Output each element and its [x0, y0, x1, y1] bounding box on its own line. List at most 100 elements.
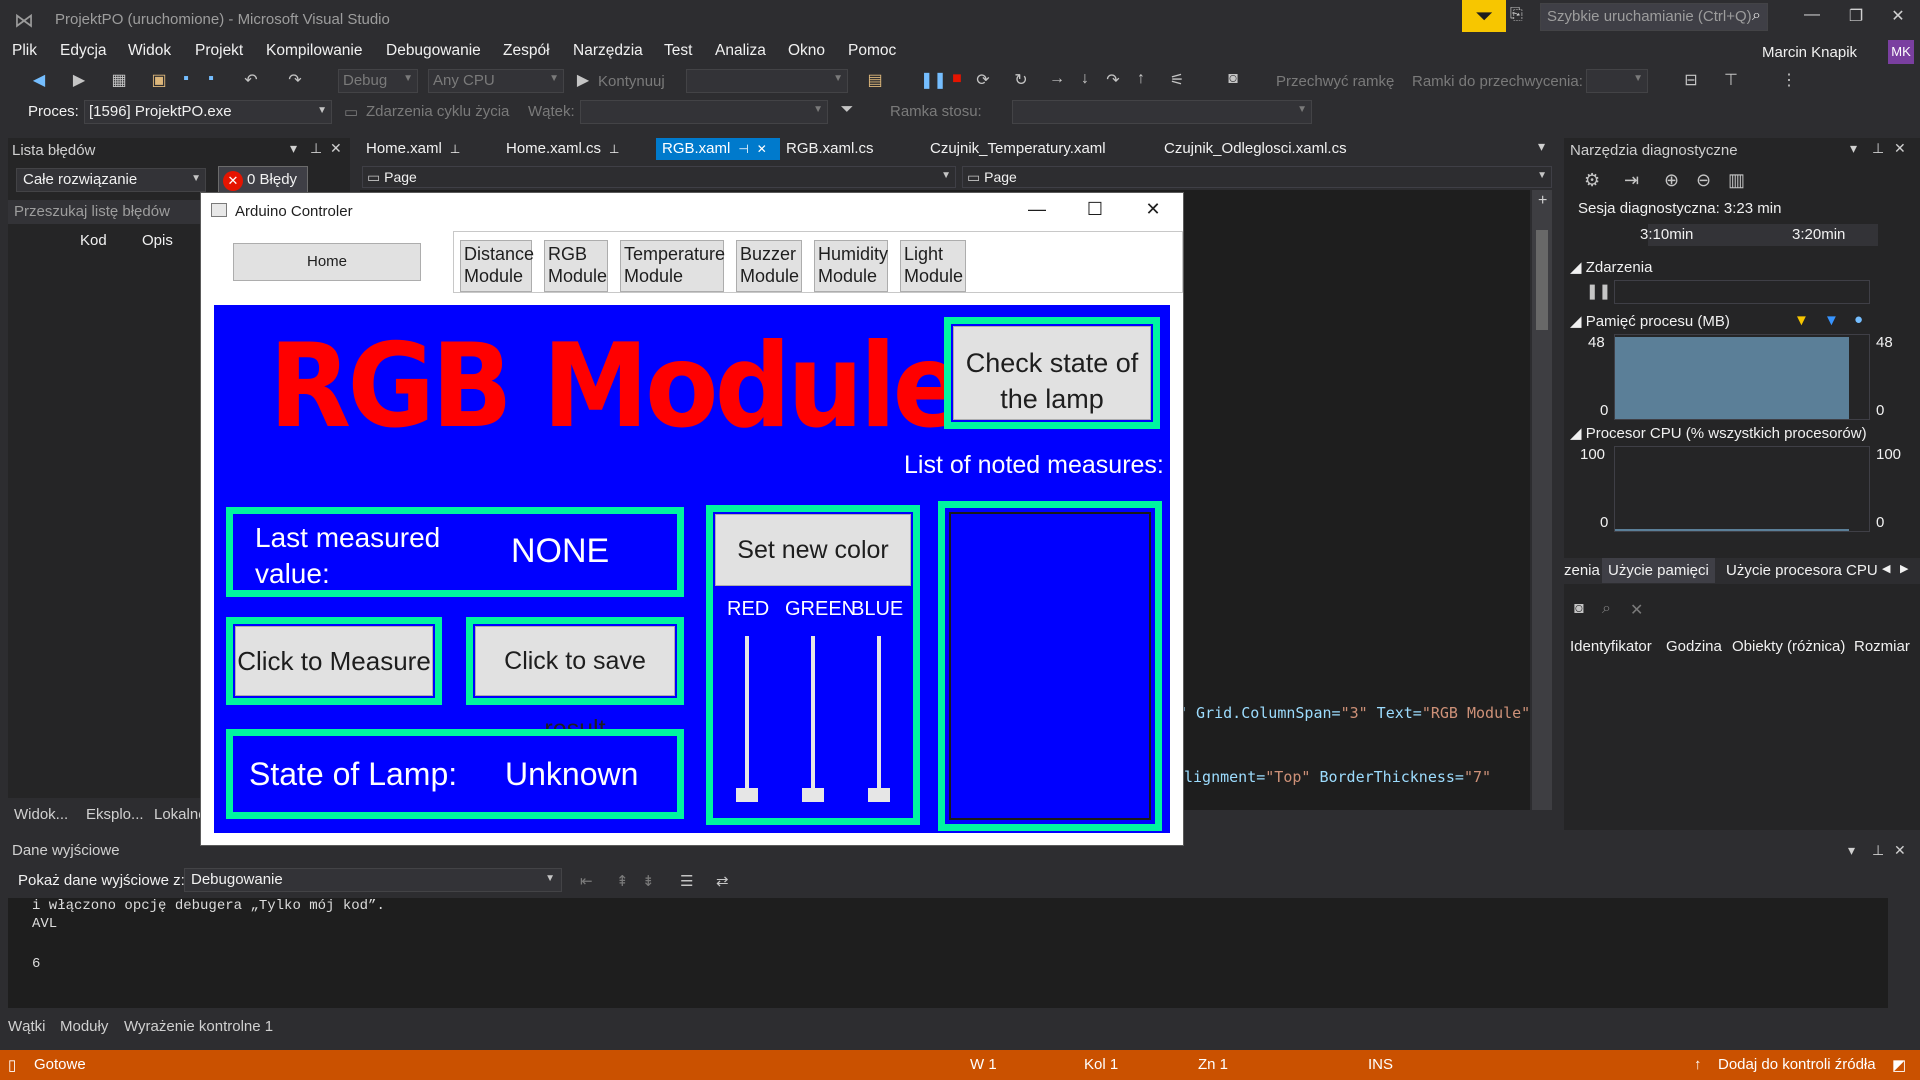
col-objects[interactable]: Obiekty (różnica)	[1732, 638, 1845, 655]
close-tab-icon[interactable]: ✕	[757, 142, 767, 156]
back-icon[interactable]: ◀	[28, 70, 50, 92]
buzzer-module-button[interactable]: Buzzer Module	[736, 240, 802, 292]
pin-icon[interactable]: ⊥	[1872, 140, 1884, 157]
minimize-button[interactable]: —	[1792, 6, 1832, 30]
app-maximize-button[interactable]: ☐	[1073, 199, 1117, 223]
green-slider-thumb[interactable]	[802, 788, 824, 802]
app-minimize-button[interactable]: —	[1015, 199, 1059, 223]
tab-rgb-xaml-cs[interactable]: RGB.xaml.cs	[780, 138, 880, 160]
camera-icon[interactable]: ◙	[1222, 70, 1244, 92]
notifications-icon[interactable]: ◩	[1892, 1056, 1906, 1074]
events-header[interactable]: ◢ Zdarzenia	[1570, 258, 1652, 276]
tab-scroll-right-icon[interactable]: ▶	[1900, 562, 1908, 575]
tab-explorer[interactable]: Eksplo...	[86, 806, 144, 823]
process-combo[interactable]: [1596] ProjektPO.exe ▼	[84, 100, 332, 124]
menu-debugowanie[interactable]: Debugowanie	[386, 42, 481, 60]
app-close-button[interactable]: ✕	[1131, 199, 1175, 223]
cpu-header[interactable]: ◢ Procesor CPU (% wszystkich procesorów)	[1570, 424, 1867, 442]
export-icon[interactable]: ⇥	[1624, 170, 1639, 191]
red-slider-track[interactable]	[745, 636, 749, 796]
distance-module-button[interactable]: Distance Module	[460, 240, 534, 292]
pause-icon[interactable]: ❚❚	[920, 70, 947, 92]
align-left-icon[interactable]: ⊟	[1680, 70, 1702, 92]
platform-combo[interactable]: Any CPU ▼	[428, 69, 564, 93]
col-time[interactable]: Godzina	[1666, 638, 1722, 655]
target-combo[interactable]: ▼	[686, 69, 848, 93]
tab-scroll-left-icon[interactable]: ◀	[1882, 562, 1890, 575]
tab-locals[interactable]: Lokalne	[154, 806, 207, 823]
pin-icon[interactable]: ⊥	[450, 142, 460, 156]
redo-icon[interactable]: ↷	[284, 70, 306, 92]
step-into-icon[interactable]: ↓	[1074, 70, 1096, 92]
col-size[interactable]: Rozmiar	[1854, 638, 1910, 655]
panel-dropdown-icon[interactable]: ▾	[1848, 842, 1855, 859]
temperature-module-button[interactable]: Temperature Module	[620, 240, 725, 292]
capture-frame-label[interactable]: Przechwyć ramkę	[1276, 73, 1394, 90]
continue-icon[interactable]: ▶	[572, 70, 594, 92]
menu-plik[interactable]: Plik	[12, 42, 37, 60]
open-folder-icon[interactable]: ▣	[148, 70, 170, 92]
col-id[interactable]: Identyfikator	[1570, 638, 1652, 655]
stop-icon[interactable]: ■	[946, 70, 968, 92]
search-snapshot-icon[interactable]: ⌕	[1602, 600, 1611, 618]
tab-class-view[interactable]: Widok...	[14, 806, 68, 823]
pin-icon[interactable]: ⊥	[1872, 842, 1884, 859]
light-module-button[interactable]: Light Module	[900, 240, 966, 292]
configuration-combo[interactable]: Debug ▼	[338, 69, 418, 93]
editor-scrollbar[interactable]	[1532, 190, 1552, 810]
tab-czujnik-odleglosci[interactable]: Czujnik_Odleglosci.xaml.cs	[1158, 138, 1353, 160]
word-wrap-icon[interactable]: ⇄	[716, 872, 729, 890]
new-project-icon[interactable]: ▦	[108, 70, 130, 92]
memory-header[interactable]: ◢ Pamięć procesu (MB)	[1570, 312, 1730, 330]
panel-dropdown-icon[interactable]: ▾	[290, 140, 297, 157]
tab-modules[interactable]: Moduły	[60, 1018, 108, 1035]
quick-launch-input[interactable]: Szybkie uruchamianie (Ctrl+Q) ⌕	[1540, 3, 1768, 31]
take-snapshot-icon[interactable]: ◙	[1574, 600, 1584, 618]
nav-right-combo[interactable]: ▭ Page ▼	[962, 166, 1552, 188]
tab-events-partial[interactable]: zenia	[1564, 562, 1600, 579]
close-panel-icon[interactable]: ✕	[1894, 842, 1906, 859]
tab-memory-usage[interactable]: Użycie pamięci	[1602, 558, 1715, 583]
green-slider-track[interactable]	[811, 636, 815, 796]
lifecycle-events[interactable]: Zdarzenia cyklu życia	[366, 103, 509, 120]
click-to-measure-button[interactable]: Click to Measure	[235, 626, 433, 696]
save-icon[interactable]: ▪	[175, 70, 197, 92]
avatar[interactable]: MK	[1888, 40, 1914, 64]
close-panel-icon[interactable]: ✕	[330, 140, 342, 157]
menu-analiza[interactable]: Analiza	[715, 42, 766, 60]
split-editor-icon[interactable]: +	[1538, 192, 1547, 210]
step-out-icon[interactable]: ↑	[1130, 70, 1152, 92]
menu-edycja[interactable]: Edycja	[60, 42, 107, 60]
threads-icon[interactable]: ⚟	[1166, 70, 1188, 92]
menu-widok[interactable]: Widok	[128, 42, 171, 60]
thread-combo[interactable]: ▼	[580, 100, 828, 124]
filter-threads-icon[interactable]: ⏷	[836, 101, 858, 123]
tab-home-xaml[interactable]: Home.xaml ⊥	[360, 138, 466, 160]
tab-home-xaml-cs[interactable]: Home.xaml.cs ⊥	[500, 138, 625, 160]
undo-icon[interactable]: ↶	[240, 70, 262, 92]
tab-watch-1[interactable]: Wyrażenie kontrolne 1	[124, 1018, 273, 1035]
align-top-icon[interactable]: ⊤	[1720, 70, 1742, 92]
output-source-combo[interactable]: Debugowanie ▼	[184, 868, 562, 892]
close-button[interactable]: ✕	[1878, 6, 1918, 30]
stack-frame-combo[interactable]: ▼	[1012, 100, 1312, 124]
feedback-icon[interactable]: ⎘	[1510, 6, 1532, 28]
menu-okno[interactable]: Okno	[788, 42, 825, 60]
rgb-module-button[interactable]: RGB Module	[544, 240, 608, 292]
home-button[interactable]: Home	[233, 243, 421, 281]
frames-combo[interactable]: ▼	[1586, 69, 1648, 93]
tab-threads[interactable]: Wątki	[8, 1018, 46, 1035]
zoom-out-icon[interactable]: ⊖	[1696, 170, 1711, 191]
continue-label[interactable]: Kontynuuj	[598, 73, 665, 90]
menu-test[interactable]: Test	[664, 42, 692, 60]
step-over-icon[interactable]: ↷	[1102, 70, 1124, 92]
maximize-button[interactable]: ❐	[1836, 6, 1876, 30]
browse-icon[interactable]: ▤	[864, 70, 886, 92]
click-to-save-button[interactable]: Click to save result	[475, 626, 675, 743]
feedback-filter-icon[interactable]: ⏷	[1462, 0, 1506, 32]
tab-cpu-usage[interactable]: Użycie procesora CPU	[1726, 562, 1878, 579]
toolbar-overflow-icon[interactable]: ⋮	[1778, 70, 1800, 92]
zoom-in-icon[interactable]: ⊕	[1664, 170, 1679, 191]
red-slider-thumb[interactable]	[736, 788, 758, 802]
menu-projekt[interactable]: Projekt	[195, 42, 243, 60]
